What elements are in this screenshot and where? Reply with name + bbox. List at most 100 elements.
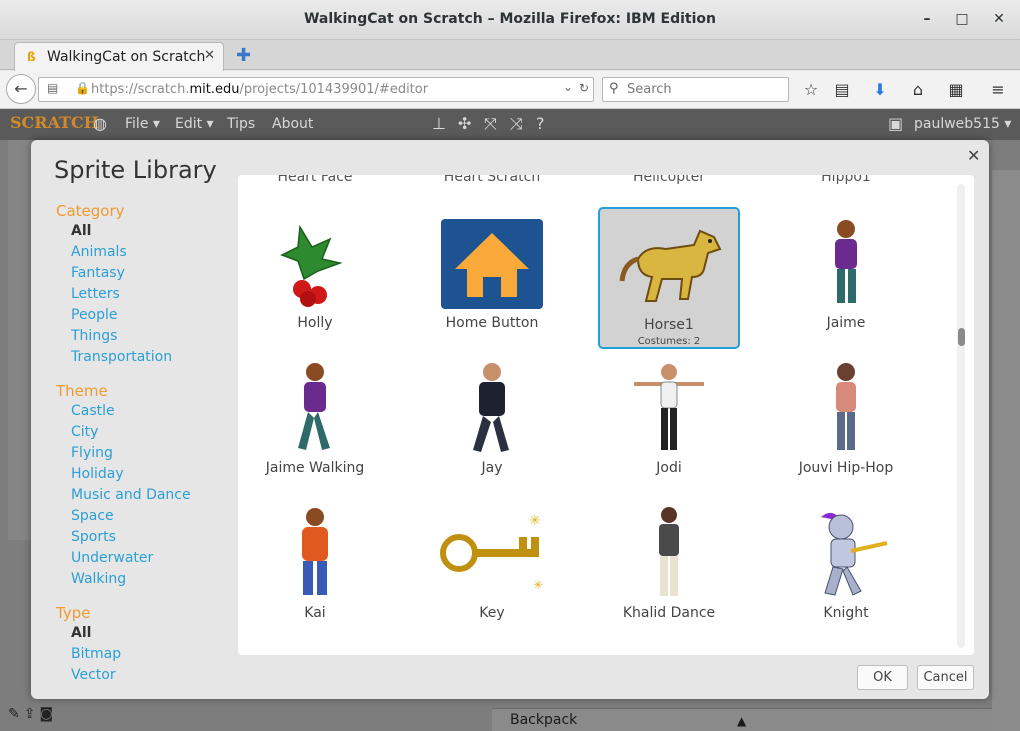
svg-text:✳: ✳ [529,513,541,529]
sprite-tile-jaime-walking[interactable]: Jaime Walking [244,352,386,494]
sprite-name: Jay [481,460,503,476]
grid-scrollbar[interactable] [957,184,965,648]
theme-underwater[interactable]: Underwater [56,550,246,571]
theme-sports[interactable]: Sports [56,529,246,550]
category-letters[interactable]: Letters [56,286,246,307]
window-close-icon[interactable]: ✕ [990,10,1008,28]
duplicate-stamp-icon[interactable]: ⊥ [432,114,446,133]
menu-file[interactable]: File ▾ [125,116,160,132]
sprite-name-partial[interactable]: Heart Face [238,175,395,185]
scripts-area [992,170,1020,731]
category-all[interactable]: All [56,223,246,244]
theme-castle[interactable]: Castle [56,403,246,424]
nav-bar: ← ▤ 🔒 https://scratch.mit.edu/projects/1… [0,71,1020,109]
sprite-tile-home-button[interactable]: Home Button [421,207,563,349]
category-things[interactable]: Things [56,328,246,349]
type-all[interactable]: All [56,625,246,646]
reading-list-icon[interactable]: ▤ [831,80,853,99]
theme-music-and-dance[interactable]: Music and Dance [56,487,246,508]
category-animals[interactable]: Animals [56,244,246,265]
lock-icon: 🔒 [75,81,90,95]
sprite-tile-jay[interactable]: Jay [421,352,563,494]
sprite-tile-horse1[interactable]: Horse1 Costumes: 2 [598,207,740,349]
backpack-bar[interactable]: Backpack ▲ [492,708,992,731]
category-header: Category [56,202,125,220]
username-menu[interactable]: paulweb515 ▾ [914,116,1011,132]
type-bitmap[interactable]: Bitmap [56,646,246,667]
sprite-tile-holly[interactable]: Holly [244,207,386,349]
sprite-name-partial[interactable]: Helicopter [589,175,749,185]
type-vector[interactable]: Vector [56,667,246,688]
knight-icon [791,507,901,601]
theme-flying[interactable]: Flying [56,445,246,466]
globe-icon[interactable]: ◍ [93,114,107,133]
sprite-tile-kai[interactable]: Kai [244,497,386,639]
person-icon [791,362,901,456]
tab-close-icon[interactable]: ✕ [204,48,215,63]
dialog-close-icon[interactable]: ✕ [967,146,980,165]
shrink-icon[interactable]: ⤨ [510,114,523,134]
sprite-name: Kai [304,605,326,621]
search-input[interactable]: ⚲ Search [602,77,789,102]
horse-icon [616,219,726,313]
apps-icon[interactable]: ▦ [945,80,967,99]
backpack-label: Backpack [510,712,578,728]
url-bar[interactable]: ▤ 🔒 https://scratch.mit.edu/projects/101… [38,77,594,102]
new-sprite-tools: ✎⇪◙ [8,706,57,722]
grid-scrollbar-thumb[interactable] [958,328,965,346]
sprite-tile-jodi[interactable]: Jodi [598,352,740,494]
category-fantasy[interactable]: Fantasy [56,265,246,286]
menu-about[interactable]: About [272,116,313,132]
download-icon[interactable]: ⬇ [869,80,891,99]
menu-icon[interactable]: ≡ [987,80,1009,99]
back-button[interactable]: ← [6,74,36,104]
ok-button[interactable]: OK [857,665,908,690]
person-icon [260,507,370,601]
menu-tips[interactable]: Tips [227,116,255,132]
sprite-tile-khalid-dance[interactable]: Khalid Dance [598,497,740,639]
holly-icon [260,217,370,311]
tab-label: WalkingCat on Scratch [47,49,206,65]
camera-icon[interactable]: ◙ [39,706,57,722]
person-icon [614,507,724,601]
home-nav-icon[interactable]: ⌂ [907,80,929,99]
search-placeholder: Search [627,82,672,97]
help-icon[interactable]: ? [536,114,545,133]
dropdown-icon[interactable]: ⌄ [563,80,573,94]
history-icon[interactable]: ▤ [47,81,58,95]
home-icon [437,217,547,311]
url-text: https://scratch.mit.edu/projects/1014399… [91,82,429,97]
category-people[interactable]: People [56,307,246,328]
sprite-name-partial[interactable]: Heart Scratch [412,175,572,185]
sprite-name: Knight [823,605,869,621]
theme-city[interactable]: City [56,424,246,445]
backpack-expand-icon[interactable]: ▲ [737,714,746,728]
sprite-tile-jaime[interactable]: Jaime [775,207,917,349]
sprite-tile-jouvi-hip-hop[interactable]: Jouvi Hip-Hop [775,352,917,494]
category-transportation[interactable]: Transportation [56,349,246,370]
grow-icon[interactable]: ⤧ [484,114,497,134]
new-tab-icon[interactable]: ✚ [236,45,251,66]
upload-sprite-icon[interactable]: ⇪ [24,706,40,722]
user-folder-icon[interactable]: ▣ [888,114,903,133]
sprite-name-partial[interactable]: Hippo1 [766,175,926,185]
theme-walking[interactable]: Walking [56,571,246,592]
sprite-tile-key[interactable]: ✳ ✳ Key [421,497,563,639]
delete-cut-icon[interactable]: ✣ [458,114,471,133]
menu-edit[interactable]: Edit ▾ [175,116,214,132]
tab-strip: ß WalkingCat on Scratch ✕ [0,40,1020,71]
cancel-button[interactable]: Cancel [917,665,974,690]
minimize-icon[interactable]: – [918,10,936,28]
sprite-name: Jaime [826,315,866,331]
sprite-name: Horse1 [644,317,694,333]
theme-header: Theme [56,382,108,400]
bookmark-star-icon[interactable]: ☆ [800,80,822,99]
paint-sprite-icon[interactable]: ✎ [8,706,24,722]
sprite-tile-knight[interactable]: Knight [775,497,917,639]
scratch-logo[interactable]: SCRATCH [10,113,99,132]
tab-walkingcat[interactable]: ß WalkingCat on Scratch ✕ [14,42,224,71]
theme-holiday[interactable]: Holiday [56,466,246,487]
theme-space[interactable]: Space [56,508,246,529]
reload-icon[interactable]: ↻ [579,81,589,95]
maximize-icon[interactable]: □ [953,10,971,28]
